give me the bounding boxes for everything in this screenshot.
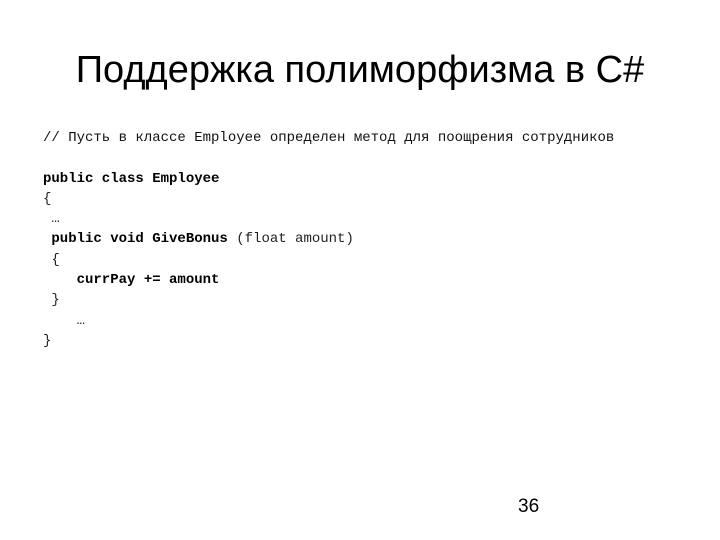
slide: Поддержка полиморфизма в C# // Пусть в к… <box>0 0 720 540</box>
code-ellipsis: … <box>43 312 86 329</box>
code-method-close-brace: } <box>43 292 60 309</box>
page-number: 36 <box>518 496 540 517</box>
code-class-declaration: public class Employee <box>43 170 220 187</box>
code-block: // Пусть в классе Employee определен мет… <box>43 128 614 351</box>
code-close-brace: } <box>43 332 52 349</box>
code-comment: // Пусть в классе Employee определен мет… <box>43 130 615 146</box>
code-ellipsis: … <box>43 211 60 228</box>
code-method-declaration: public void GiveBonus <box>43 231 228 248</box>
code-method-line: public void GiveBonus (float amount) <box>43 229 614 249</box>
slide-title: Поддержка полиморфизма в C# <box>75 49 645 91</box>
code-open-brace: { <box>43 190 52 207</box>
code-method-body: currPay += amount <box>43 272 220 289</box>
code-method-params: (float amount) <box>227 231 354 248</box>
code-method-open-brace: { <box>43 251 60 268</box>
